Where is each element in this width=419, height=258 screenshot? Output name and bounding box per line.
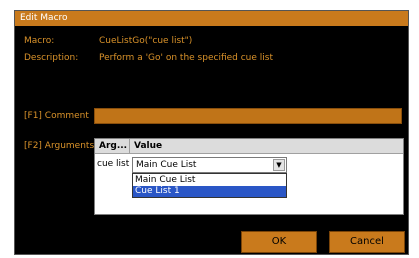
arguments-label: [F2] Arguments — [24, 141, 95, 151]
dropdown-option-cue-list-1[interactable]: Cue List 1 — [133, 186, 286, 197]
dropdown-option-main-cue-list[interactable]: Main Cue List — [133, 175, 286, 186]
combobox-value: Main Cue List — [136, 160, 197, 170]
edit-macro-dialog: Edit Macro Macro: CueListGo("cue list") … — [14, 10, 409, 255]
dropdown-list: Main Cue List Cue List 1 — [132, 173, 287, 198]
comment-label: [F1] Comment — [24, 111, 89, 121]
arg-cell: cue list — [97, 159, 130, 169]
dialog-title: Edit Macro — [15, 11, 408, 26]
column-header-arg[interactable]: Arg... — [95, 139, 130, 154]
cancel-button[interactable]: Cancel — [329, 231, 405, 253]
description-label: Description: — [24, 53, 79, 63]
macro-label: Macro: — [24, 36, 55, 46]
ok-button[interactable]: OK — [241, 231, 317, 253]
chevron-down-icon[interactable]: ▼ — [273, 159, 285, 171]
comment-field[interactable] — [94, 108, 402, 124]
arguments-table[interactable]: Arg... Value cue list Main Cue List ▼ Ma… — [94, 138, 404, 215]
description-value: Perform a 'Go' on the specified cue list — [99, 53, 273, 63]
column-header-value[interactable]: Value — [130, 139, 403, 154]
macro-value: CueListGo("cue list") — [99, 36, 193, 46]
value-combobox[interactable]: Main Cue List ▼ — [132, 157, 287, 173]
